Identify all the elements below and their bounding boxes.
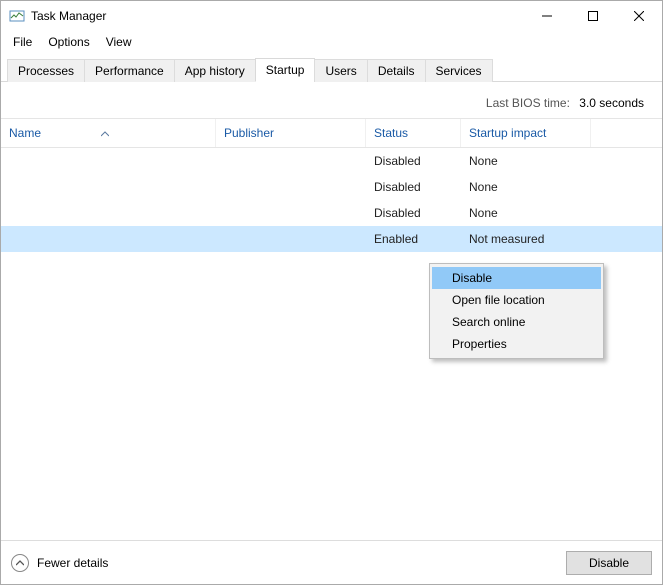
close-button[interactable] [616,1,662,31]
cell-status: Disabled [366,206,461,220]
bottom-bar: Fewer details Disable [1,540,662,584]
context-menu-disable[interactable]: Disable [432,267,601,289]
tab-processes[interactable]: Processes [7,59,85,82]
context-menu: Disable Open file location Search online… [429,263,604,359]
column-publisher[interactable]: Publisher [216,119,366,147]
tab-strip: Processes Performance App history Startu… [1,53,662,82]
sort-ascending-icon [101,126,109,140]
context-menu-open-file-location[interactable]: Open file location [432,289,601,311]
titlebar: Task Manager [1,1,662,31]
menu-view[interactable]: View [98,32,140,52]
cell-impact: None [461,154,662,168]
table-row[interactable]: Disabled None [1,200,662,226]
context-menu-properties[interactable]: Properties [432,333,601,355]
cell-status: Disabled [366,180,461,194]
cell-impact: None [461,180,662,194]
column-name-label: Name [9,126,41,140]
context-menu-search-online[interactable]: Search online [432,311,601,333]
column-startup-impact[interactable]: Startup impact [461,119,591,147]
tab-app-history[interactable]: App history [174,59,256,82]
bios-time-label: Last BIOS time: [486,96,570,110]
tab-services[interactable]: Services [425,59,493,82]
menu-file[interactable]: File [5,32,40,52]
cell-status: Enabled [366,232,461,246]
cell-status: Disabled [366,154,461,168]
cell-impact: Not measured [461,232,662,246]
disable-button[interactable]: Disable [566,551,652,575]
menu-bar: File Options View [1,31,662,53]
table-row[interactable]: Enabled Not measured [1,226,662,252]
table-row[interactable]: Disabled None [1,174,662,200]
menu-options[interactable]: Options [40,32,97,52]
window-title: Task Manager [31,9,106,23]
column-spacer [591,119,662,147]
tab-startup[interactable]: Startup [255,58,316,82]
tab-users[interactable]: Users [314,59,367,82]
chevron-up-icon [11,554,29,572]
tab-details[interactable]: Details [367,59,426,82]
table-row[interactable]: Disabled None [1,148,662,174]
maximize-button[interactable] [570,1,616,31]
task-manager-window: Task Manager File Options View Processes… [0,0,663,585]
fewer-details-toggle[interactable]: Fewer details [11,554,108,572]
column-name[interactable]: Name [1,119,216,147]
task-manager-icon [9,8,25,24]
cell-impact: None [461,206,662,220]
fewer-details-label: Fewer details [37,556,108,570]
bios-time-value: 3.0 seconds [579,96,644,110]
column-headers: Name Publisher Status Startup impact [1,118,662,148]
column-status[interactable]: Status [366,119,461,147]
minimize-button[interactable] [524,1,570,31]
tab-performance[interactable]: Performance [84,59,175,82]
bios-time-bar: Last BIOS time: 3.0 seconds [1,82,662,118]
